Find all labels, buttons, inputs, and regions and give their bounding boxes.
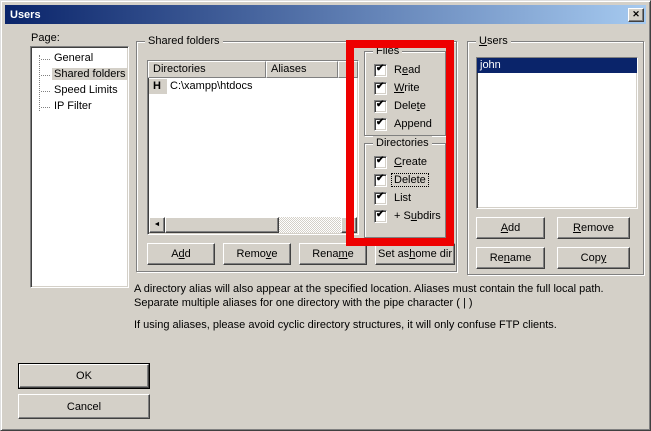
user-remove-button[interactable]: Remove [557,217,630,239]
page-item-ip-filter[interactable]: IP Filter [33,99,127,115]
check-icon: ✔ [376,155,384,166]
file-delete-checkbox[interactable]: ✔ [374,100,387,113]
table-body: H C:\xampp\htdocs [149,79,357,217]
check-icon: ✔ [376,81,384,92]
page-list: General Shared folders Speed Limits IP F… [30,46,129,288]
files-read-row: ✔ Read [374,61,442,79]
column-header-directories[interactable]: Directories [148,61,266,78]
table-row[interactable]: H C:\xampp\htdocs [149,79,357,94]
page-label: Page: [31,32,60,44]
dir-delete-checkbox[interactable]: ✔ [374,174,387,187]
users-group: Users john Add Remove Rename Copy [467,41,644,275]
notes: A directory alias will also appear at th… [134,282,642,332]
subdirs-label: + Subdirs [392,210,443,222]
shared-remove-button[interactable]: Remove [223,243,291,265]
horizontal-scrollbar[interactable]: ◄ ► [149,217,357,233]
append-checkbox[interactable]: ✔ [374,118,387,131]
check-icon: ✔ [376,209,384,220]
column-header-aliases[interactable]: Aliases [266,61,338,78]
close-icon: ✕ [632,9,640,19]
page-item-shared-folders[interactable]: Shared folders [33,67,127,83]
dirs-subdirs-row: ✔ + Subdirs [374,207,442,225]
list-label: List [392,192,413,204]
user-add-button[interactable]: Add [476,217,545,239]
scroll-right-button[interactable]: ► [341,217,357,233]
users-group-label: Users [476,34,511,48]
append-label: Append [392,118,434,130]
check-icon: ✔ [376,99,384,110]
check-icon: ✔ [376,191,384,202]
dirs-delete-row: ✔ Delete [374,171,442,189]
set-as-home-dir-button[interactable]: Set as home dir [375,243,455,265]
ok-button[interactable]: OK [19,364,149,388]
dirs-list-row: ✔ List [374,189,442,207]
shared-add-button[interactable]: Add [147,243,215,265]
page-tree: General Shared folders Speed Limits IP F… [31,47,128,115]
write-label: Write [392,82,421,94]
dirs-create-row: ✔ Create [374,153,442,171]
file-delete-label: Delete [392,100,428,112]
directory-cell: C:\xampp\htdocs [167,79,357,94]
list-checkbox[interactable]: ✔ [374,192,387,205]
files-group-label: Files [373,44,402,58]
users-list: john [476,57,638,209]
create-label: Create [392,156,429,168]
home-flag: H [149,79,167,94]
window-title: Users [10,9,628,21]
column-header-spacer [338,61,358,78]
shared-folders-group-label: Shared folders [145,34,223,48]
check-icon: ✔ [376,173,384,184]
alias-note: A directory alias will also appear at th… [134,282,642,310]
user-rename-button[interactable]: Rename [476,247,545,269]
user-item-john[interactable]: john [477,58,637,73]
scroll-left-icon: ◄ [154,221,161,228]
cancel-button[interactable]: Cancel [18,394,150,419]
scrollbar-thumb[interactable] [165,217,279,233]
cyclic-note: If using aliases, please avoid cyclic di… [134,318,642,332]
page-item-speed-limits[interactable]: Speed Limits [33,83,127,99]
user-copy-button[interactable]: Copy [557,247,630,269]
scroll-left-button[interactable]: ◄ [149,217,165,233]
files-append-row: ✔ Append [374,115,442,133]
scroll-right-icon: ► [346,221,353,228]
close-button[interactable]: ✕ [628,8,644,22]
shared-folders-table: Directories Aliases H C:\xampp\htdocs ◄ … [147,60,359,235]
files-write-row: ✔ Write [374,79,442,97]
files-permissions-group: Files ✔ Read ✔ Write ✔ Delete ✔ Append [364,51,446,136]
check-icon: ✔ [376,63,384,74]
read-label: Read [392,64,422,76]
titlebar: Users ✕ [5,5,646,24]
table-header: Directories Aliases [148,61,358,78]
ok-button-default-ring: OK [18,363,150,389]
scrollbar-track[interactable] [279,217,341,233]
files-delete-row: ✔ Delete [374,97,442,115]
users-dialog: Users ✕ Page: General Shared folders Spe… [0,0,651,431]
dir-delete-label: Delete [392,174,428,186]
subdirs-checkbox[interactable]: ✔ [374,210,387,223]
check-icon: ✔ [376,117,384,128]
write-checkbox[interactable]: ✔ [374,82,387,95]
directories-group-label: Directories [373,136,432,150]
page-item-general[interactable]: General [33,51,127,67]
shared-rename-button[interactable]: Rename [299,243,367,265]
create-checkbox[interactable]: ✔ [374,156,387,169]
read-checkbox[interactable]: ✔ [374,64,387,77]
directories-permissions-group: Directories ✔ Create ✔ Delete ✔ List ✔ +… [364,143,446,238]
